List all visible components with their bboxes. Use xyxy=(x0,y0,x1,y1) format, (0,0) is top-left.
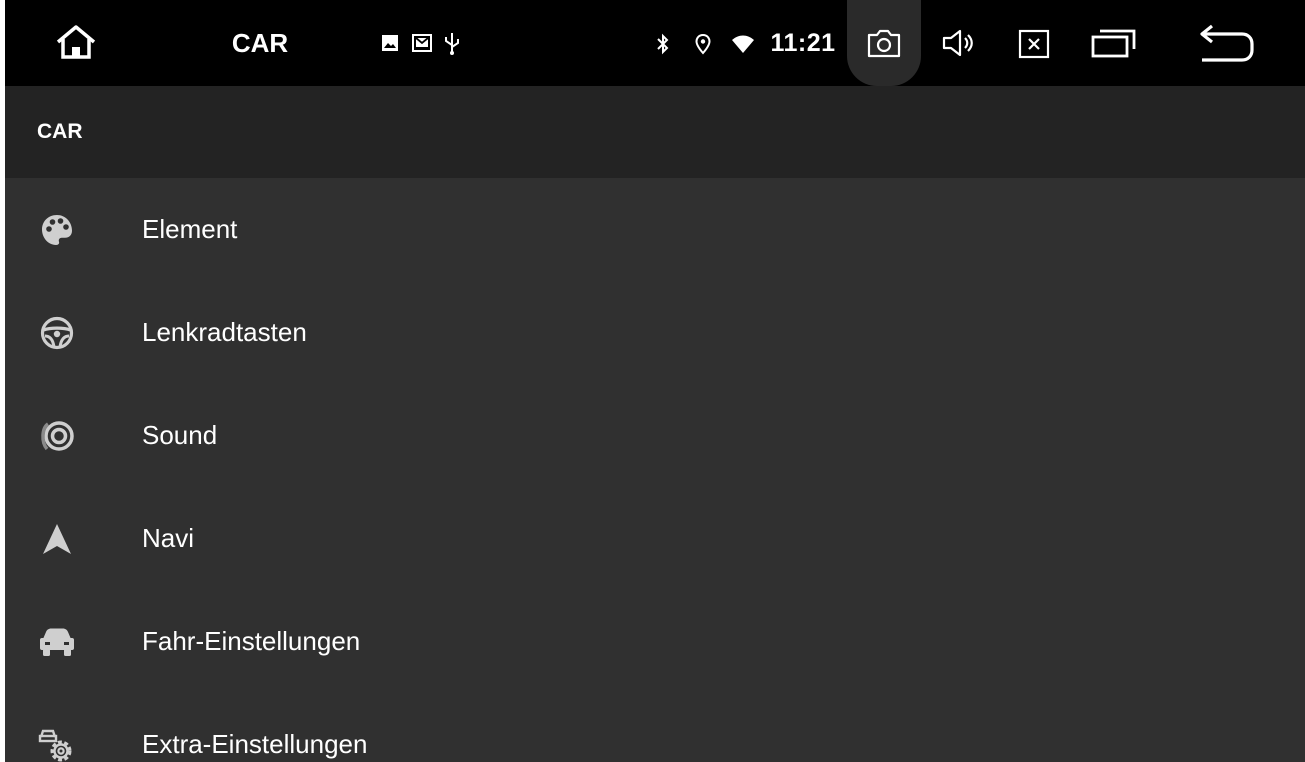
screenshot-camera-icon[interactable] xyxy=(865,26,903,60)
location-icon xyxy=(694,32,712,56)
navigation-arrow-icon xyxy=(37,519,77,559)
steering-wheel-icon xyxy=(37,313,77,353)
menu-item-navi[interactable]: Navi xyxy=(5,487,1305,590)
car-settings-gear-icon xyxy=(37,725,77,762)
menu-item-label: Lenkradtasten xyxy=(142,317,307,347)
volume-icon[interactable] xyxy=(940,26,978,60)
menu-item-fahr-einstellungen[interactable]: Fahr-Einstellungen xyxy=(5,590,1305,693)
menu-item-lenkradtasten[interactable]: Lenkradtasten xyxy=(5,281,1305,384)
status-time: 11:21 xyxy=(770,28,836,57)
android-screen: CAR 11:21 CAR Element Lenkradtasten Soun… xyxy=(5,0,1305,762)
menu-item-sound[interactable]: Sound xyxy=(5,384,1305,487)
menu-item-label: Element xyxy=(142,214,238,244)
palette-icon xyxy=(37,210,77,250)
home-icon[interactable] xyxy=(51,22,101,64)
menu-item-label: Fahr-Einstellungen xyxy=(142,626,361,656)
bluetooth-icon xyxy=(655,32,671,56)
speaker-icon xyxy=(37,416,77,456)
menu-item-element[interactable]: Element xyxy=(5,178,1305,281)
usb-icon xyxy=(442,30,462,56)
app-bar: CAR xyxy=(5,86,1305,178)
wifi-icon xyxy=(730,33,756,55)
menu-item-label: Sound xyxy=(142,420,218,450)
page-title: CAR xyxy=(37,120,83,143)
status-bar: CAR 11:21 xyxy=(5,0,1305,86)
back-icon[interactable] xyxy=(1193,24,1257,64)
recent-apps-icon[interactable] xyxy=(1088,27,1138,59)
menu-item-extra-einstellungen[interactable]: Extra-Einstellungen xyxy=(5,693,1305,762)
settings-menu-list: Element Lenkradtasten Sound Navi Fahr-Ei… xyxy=(5,178,1305,762)
mail-notification-icon xyxy=(410,31,434,55)
car-icon xyxy=(37,622,77,662)
image-notification-icon xyxy=(380,33,400,53)
menu-item-label: Navi xyxy=(142,523,195,553)
status-app-title: CAR xyxy=(231,27,289,58)
menu-item-label: Extra-Einstellungen xyxy=(142,729,368,759)
close-app-icon[interactable] xyxy=(1017,28,1051,60)
